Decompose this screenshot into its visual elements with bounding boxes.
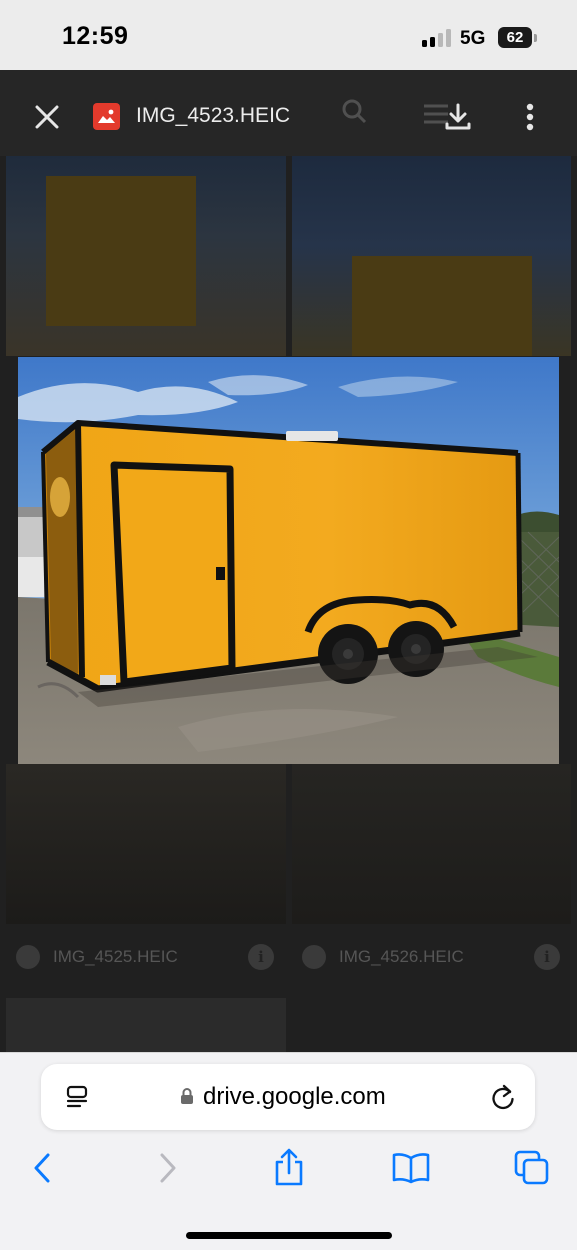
info-icon: i xyxy=(248,944,274,970)
lock-icon xyxy=(180,1087,194,1105)
bookmarks-icon xyxy=(392,1153,430,1184)
background-thumbnail xyxy=(6,764,286,924)
forward-chevron-icon xyxy=(160,1153,176,1183)
background-thumbnail xyxy=(6,998,286,1052)
background-file-row: IMG_4525.HEIC i xyxy=(16,937,286,977)
viewer-toolbar: IMG_4523.HEIC xyxy=(0,70,577,156)
home-indicator[interactable] xyxy=(186,1232,392,1239)
background-thumbnail xyxy=(292,764,571,924)
more-options-button[interactable] xyxy=(520,102,540,132)
image-file-icon xyxy=(93,103,120,130)
reload-button[interactable] xyxy=(489,1084,517,1112)
back-chevron-icon xyxy=(34,1153,50,1183)
network-type: 5G xyxy=(460,28,486,49)
url-text: drive.google.com xyxy=(203,1083,386,1110)
search-icon xyxy=(340,97,368,125)
background-file-name: IMG_4525.HEIC xyxy=(53,947,178,966)
battery-tip xyxy=(534,34,537,42)
close-button[interactable] xyxy=(30,100,64,134)
reader-mode-icon xyxy=(66,1085,88,1108)
back-button[interactable] xyxy=(26,1151,60,1185)
download-icon xyxy=(445,103,471,130)
address-bar[interactable]: drive.google.com xyxy=(41,1064,535,1130)
tabs-icon xyxy=(514,1150,549,1185)
reload-icon xyxy=(492,1084,514,1110)
image-file-icon xyxy=(302,945,326,969)
background-thumbnail xyxy=(292,156,571,356)
info-icon: i xyxy=(534,944,560,970)
share-button[interactable] xyxy=(271,1147,307,1187)
download-button[interactable] xyxy=(443,102,473,132)
battery-icon: 62 xyxy=(498,27,532,48)
battery-level: 62 xyxy=(506,29,524,46)
background-file-row: IMG_4526.HEIC i xyxy=(302,937,572,977)
background-thumbnail xyxy=(6,156,286,356)
signal-strength-icon xyxy=(422,29,452,47)
background-file-name: IMG_4526.HEIC xyxy=(339,947,464,966)
safari-toolbar: drive.google.com xyxy=(0,1052,577,1250)
forward-button[interactable] xyxy=(150,1151,184,1185)
image-file-icon xyxy=(16,945,40,969)
tabs-button[interactable] xyxy=(513,1149,551,1187)
reader-mode-button[interactable] xyxy=(65,1084,91,1110)
file-title: IMG_4523.HEIC xyxy=(136,104,291,127)
main-photo[interactable] xyxy=(18,357,559,764)
yellow-enclosed-trailer-photo xyxy=(18,357,559,764)
share-icon xyxy=(275,1148,303,1186)
status-time: 12:59 xyxy=(62,22,129,50)
bookmarks-button[interactable] xyxy=(391,1151,431,1185)
status-bar: 12:59 5G 62 xyxy=(0,0,577,70)
more-vert-icon xyxy=(526,103,534,131)
close-icon xyxy=(35,105,59,129)
